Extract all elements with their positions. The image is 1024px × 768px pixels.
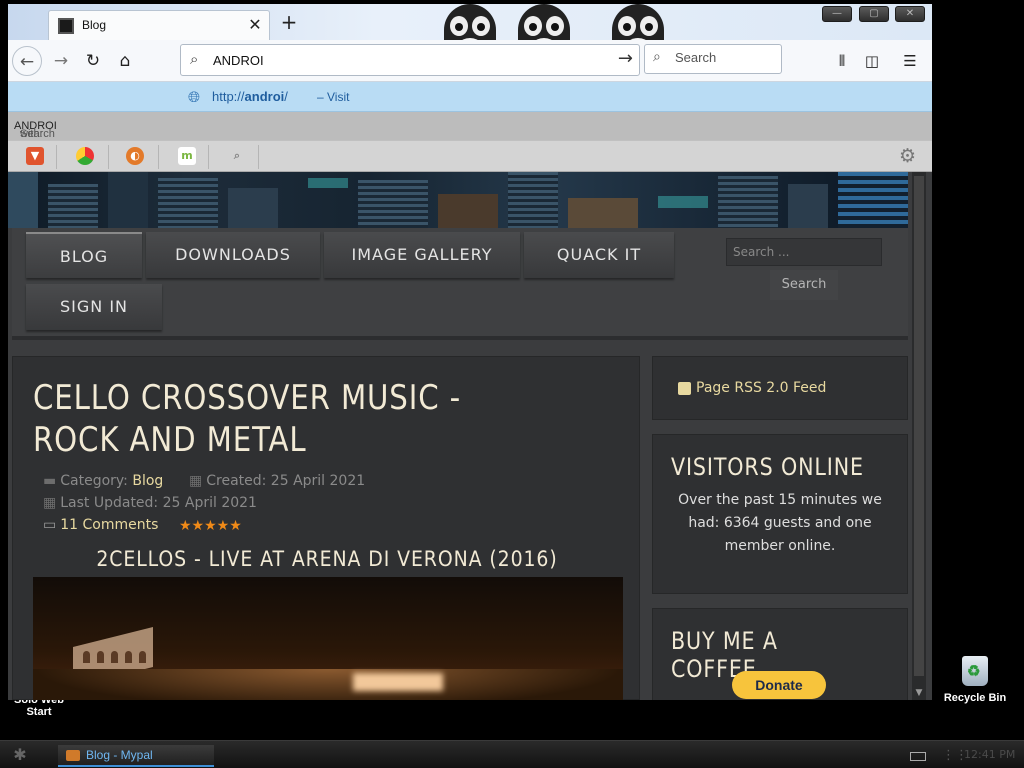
tab-bar: Blog ✕ + — ▢ ✕: [8, 4, 932, 82]
site-search-button[interactable]: Search: [770, 270, 838, 300]
menu-icon[interactable]: ☰: [896, 46, 924, 76]
navigation-toolbar: ← → ↻ ⌂ ⌕ → ⌕ ⫴ ◫ ☰: [8, 40, 932, 82]
search-icon: ⌕: [653, 49, 661, 65]
forward-button[interactable]: →: [46, 46, 76, 76]
home-button[interactable]: ⌂: [110, 46, 140, 76]
globe-icon: 🌐︎: [188, 88, 201, 106]
close-tab-icon[interactable]: ✕: [247, 15, 263, 34]
rss-link[interactable]: Page RSS 2.0 Feed: [696, 380, 826, 396]
keyboard-icon[interactable]: [910, 752, 926, 761]
visitors-text: Over the past 15 minutes we had: 6364 gu…: [678, 492, 882, 554]
library-icon[interactable]: ⫴: [828, 46, 856, 76]
article-title: CELLO CROSSOVER MUSIC - ROCK AND METAL: [33, 378, 462, 460]
taskbar: ✱ Blog - Mypal ⋮⋮ 12:41 PM: [0, 740, 1024, 768]
site-menu: BLOG DOWNLOADS IMAGE GALLERY QUACK IT SI…: [12, 228, 908, 340]
search-for-row: Search for ANDROI with:: [8, 112, 932, 152]
comments-link[interactable]: ▭ 11 Comments: [43, 517, 158, 533]
menu-item-blog[interactable]: BLOG: [26, 232, 142, 278]
suggestion-url: http://androi/: [212, 89, 288, 104]
visitors-title: VISITORS ONLINE: [671, 453, 864, 481]
mojeek-icon[interactable]: m: [178, 147, 196, 165]
rss-icon: [678, 382, 691, 395]
minimize-button[interactable]: —: [822, 6, 852, 22]
calendar-icon: ▦: [189, 473, 203, 489]
taskbar-item-browser[interactable]: Blog - Mypal: [58, 745, 214, 767]
comment-icon: ▭: [43, 517, 57, 533]
chromium-icon[interactable]: [76, 147, 94, 165]
browser-app-icon: [66, 750, 80, 761]
scroll-down-icon[interactable]: ▼: [913, 688, 925, 698]
category-link[interactable]: Blog: [132, 473, 163, 489]
recycle-bin-label: Recycle Bin: [943, 692, 1007, 704]
video-heading: 2CELLOS - LIVE AT ARENA DI VERONA (2016): [96, 547, 558, 571]
web-page: BLOG DOWNLOADS IMAGE GALLERY QUACK IT SI…: [8, 172, 932, 700]
city-banner-image: [8, 172, 908, 228]
tab-blog[interactable]: Blog ✕: [48, 10, 270, 40]
search-engine-icon[interactable]: ⌕: [228, 147, 246, 165]
menu-item-image-gallery[interactable]: IMAGE GALLERY: [324, 232, 520, 278]
url-suggestion-row[interactable]: 🌐︎ http://androi/ – Visit: [8, 82, 932, 112]
browser-window: Blog ✕ + — ▢ ✕ ← → ↻ ⌂ ⌕ →: [8, 4, 932, 700]
search-for-label: Search for ANDROI with:: [14, 120, 57, 152]
article-category: ▬ Category: Blog: [43, 473, 164, 489]
coffee-widget: BUY ME A COFFEE Donate: [652, 608, 908, 700]
maximize-button[interactable]: ▢: [859, 6, 889, 22]
start-button[interactable]: ✱: [6, 745, 34, 765]
tab-title: Blog: [82, 18, 107, 32]
clock[interactable]: 12:41 PM: [964, 748, 1015, 761]
reload-button[interactable]: ↻: [78, 46, 108, 76]
folder-icon: ▬: [43, 473, 57, 489]
taskbar-item-label: Blog - Mypal: [86, 748, 153, 762]
rss-widget: Page RSS 2.0 Feed: [652, 356, 908, 420]
menu-item-sign-in[interactable]: SIGN IN: [26, 284, 162, 330]
article: CELLO CROSSOVER MUSIC - ROCK AND METAL ▬…: [12, 356, 640, 700]
sidebar: Page RSS 2.0 Feed VISITORS ONLINE Over t…: [652, 356, 908, 700]
recycle-bin-icon: [962, 656, 988, 686]
search-input[interactable]: [675, 50, 775, 65]
donate-button[interactable]: Donate: [732, 671, 826, 699]
back-button[interactable]: ←: [12, 46, 42, 76]
article-created: ▦ Created: 25 April 2021: [189, 473, 366, 489]
calendar-icon: ▦: [43, 495, 57, 511]
gear-icon[interactable]: ⚙: [899, 145, 916, 167]
site-search-field[interactable]: [726, 238, 882, 266]
new-tab-button[interactable]: +: [278, 10, 300, 34]
search-icon: ⌕: [190, 50, 199, 68]
go-arrow-icon[interactable]: →: [618, 48, 633, 69]
duckduckgo-icon[interactable]: ◐: [126, 147, 144, 165]
suggestion-visit-label: – Visit: [317, 90, 350, 104]
search-box[interactable]: ⌕: [644, 44, 782, 74]
menu-item-downloads[interactable]: DOWNLOADS: [146, 232, 320, 278]
visitors-widget: VISITORS ONLINE Over the past 15 minutes…: [652, 434, 908, 594]
search-engine-bar: ▼ ◐ m ⌕ ⚙: [8, 140, 932, 172]
address-bar[interactable]: ⌕ →: [180, 44, 640, 76]
close-window-button[interactable]: ✕: [895, 6, 925, 22]
url-input[interactable]: [213, 50, 593, 70]
site-search-input[interactable]: [727, 239, 877, 265]
video-embed[interactable]: [33, 577, 623, 700]
sidebar-toggle-icon[interactable]: ◫: [858, 46, 886, 76]
page-scrollbar[interactable]: ▼: [912, 172, 926, 700]
article-updated: ▦ Last Updated: 25 April 2021: [43, 495, 257, 511]
site-favicon-icon: [58, 18, 74, 34]
recycle-bin-shortcut[interactable]: Recycle Bin: [940, 656, 1010, 704]
rating-stars[interactable]: ★★★★★: [179, 518, 242, 534]
brave-icon[interactable]: ▼: [26, 147, 44, 165]
menu-item-quack-it[interactable]: QUACK IT: [524, 232, 674, 278]
scrollbar-thumb[interactable]: [914, 176, 924, 676]
